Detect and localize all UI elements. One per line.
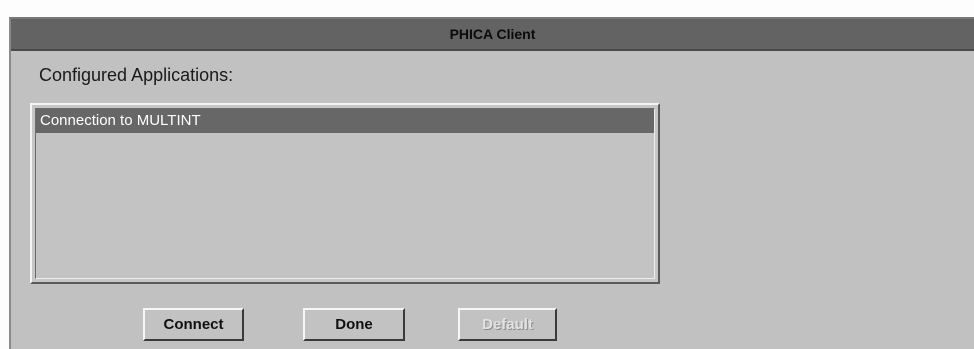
list-item[interactable]: Connection to MULTINT <box>36 109 654 133</box>
applications-list[interactable]: Connection to MULTINT <box>30 103 660 284</box>
default-button: Default <box>458 308 557 341</box>
phica-client-window: PHICA Client Configured Applications: Co… <box>9 17 974 349</box>
connect-button[interactable]: Connect <box>143 308 244 341</box>
title-bar[interactable]: PHICA Client <box>11 19 974 51</box>
window-title: PHICA Client <box>449 26 536 42</box>
done-button[interactable]: Done <box>303 308 405 341</box>
applications-list-viewport: Connection to MULTINT <box>35 108 655 279</box>
configured-applications-label: Configured Applications: <box>39 65 234 85</box>
list-item-label: Connection to MULTINT <box>40 112 201 129</box>
